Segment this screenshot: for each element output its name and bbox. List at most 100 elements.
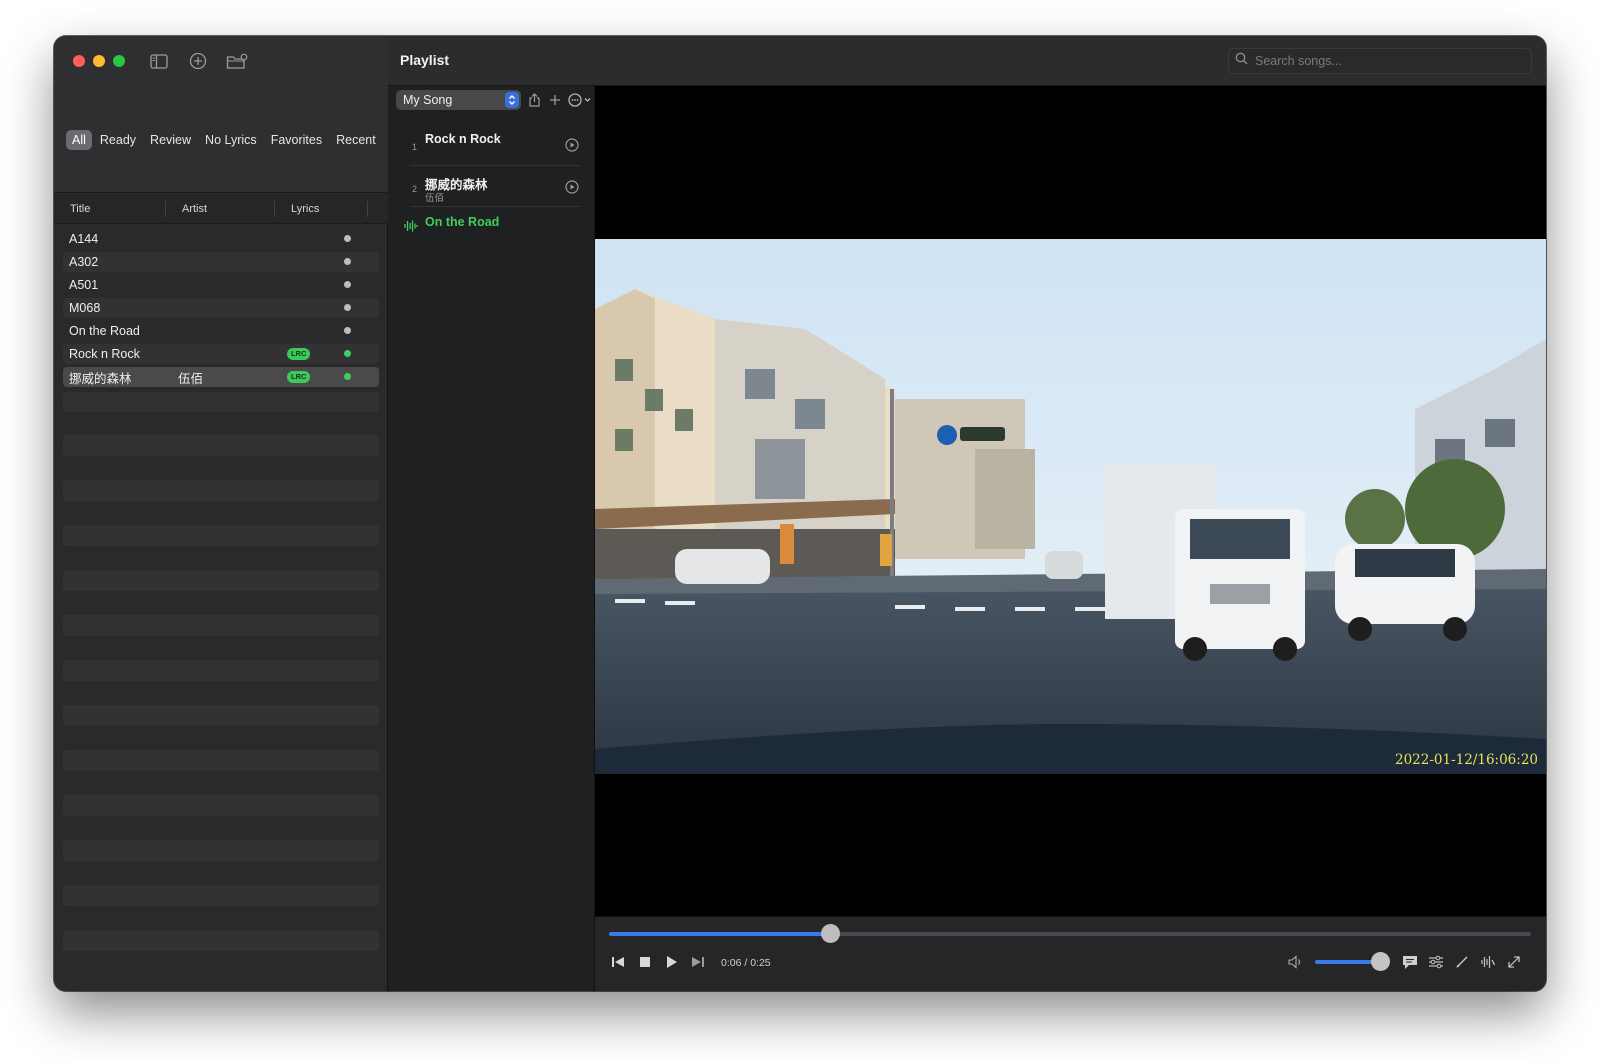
dashcam-scene-image — [595, 239, 1546, 774]
filter-favorites[interactable]: Favorites — [265, 130, 328, 150]
filter-ready[interactable]: Ready — [94, 130, 142, 150]
sidebar-toolbar — [148, 50, 248, 72]
volume-knob[interactable] — [1370, 952, 1390, 971]
fullscreen-icon[interactable] — [1505, 953, 1523, 971]
video-frame: 2022-01-12/16:06:20 — [595, 239, 1546, 774]
empty-row — [63, 705, 379, 726]
playlist-item[interactable]: 1 Rock n Rock — [388, 132, 595, 166]
subtitles-icon[interactable] — [1401, 953, 1419, 971]
volume-slider[interactable] — [1315, 952, 1390, 971]
playlist-item[interactable]: 2 挪威的森林 伍佰 — [388, 174, 595, 208]
playlist-item-artist: 伍佰 — [425, 193, 445, 204]
player-controls: 0:06 / 0:25 — [595, 916, 1546, 991]
status-dot — [344, 350, 351, 357]
playlist-select[interactable]: My Song — [396, 90, 521, 110]
status-dot — [344, 235, 351, 242]
song-title: A144 — [69, 232, 99, 246]
share-icon[interactable] — [526, 92, 542, 108]
song-row[interactable]: A144 — [63, 229, 379, 249]
song-table-header: Title Artist Lyrics — [54, 194, 388, 224]
empty-row — [63, 660, 379, 681]
skip-forward-icon[interactable] — [689, 953, 707, 971]
filter-review[interactable]: Review — [144, 130, 197, 150]
song-row-selected[interactable]: 挪威的森林 伍佰 LRC — [63, 367, 379, 387]
song-row[interactable]: A302 — [63, 252, 379, 272]
song-row[interactable]: A501 — [63, 275, 379, 295]
play-circle-icon[interactable] — [565, 180, 579, 199]
now-playing-name: On the Road — [425, 215, 500, 229]
empty-row — [63, 750, 379, 771]
status-dot — [344, 281, 351, 288]
play-circle-icon[interactable] — [565, 138, 579, 157]
lrc-badge: LRC — [287, 348, 311, 360]
divider — [410, 206, 580, 207]
search-box[interactable] — [1228, 48, 1532, 74]
filter-recent[interactable]: Recent — [330, 130, 382, 150]
playlist-item-number: 1 — [412, 142, 418, 152]
empty-row — [63, 930, 379, 951]
empty-row — [63, 392, 379, 412]
search-icon — [1235, 52, 1248, 70]
column-header-lyrics[interactable]: Lyrics — [275, 200, 368, 217]
plus-icon[interactable] — [547, 92, 563, 108]
empty-row — [63, 615, 379, 636]
column-header-title[interactable]: Title — [54, 200, 166, 217]
playlist-toolbar: My Song — [396, 90, 594, 110]
app-window: All Ready Review No Lyrics Favorites Rec… — [54, 36, 1546, 991]
more-options-icon[interactable] — [568, 92, 594, 108]
progress-bar[interactable] — [609, 924, 1531, 943]
skip-back-icon[interactable] — [609, 953, 627, 971]
filter-all[interactable]: All — [66, 130, 92, 150]
progress-knob[interactable] — [821, 924, 841, 943]
playlist-select-value: My Song — [403, 93, 453, 107]
song-title: 挪威的森林 — [69, 371, 132, 386]
minimize-window-button[interactable] — [93, 55, 105, 67]
video-player[interactable]: 2022-01-12/16:06:20 — [595, 86, 1546, 916]
equalizer-sliders-icon[interactable] — [1427, 953, 1445, 971]
playlist-panel: My Song 1 Rock n Rock 2 挪威的森林 伍佰 On the … — [388, 86, 595, 991]
empty-row — [63, 480, 379, 501]
close-window-button[interactable] — [73, 55, 85, 67]
pencil-icon[interactable] — [1453, 953, 1471, 971]
empty-row — [63, 525, 379, 546]
empty-row — [63, 570, 379, 591]
song-title: A501 — [69, 278, 99, 292]
playlist-item-name: Rock n Rock — [425, 132, 501, 146]
song-row[interactable]: On the Road — [63, 321, 379, 341]
status-dot — [344, 304, 351, 311]
status-dot — [344, 327, 351, 334]
song-title: Rock n Rock — [69, 347, 140, 361]
progress-fill — [609, 932, 831, 936]
status-dot — [344, 258, 351, 265]
empty-row — [63, 795, 379, 816]
empty-row — [63, 885, 379, 906]
add-circle-icon[interactable] — [187, 50, 209, 72]
column-header-artist[interactable]: Artist — [166, 200, 275, 217]
song-title: On the Road — [69, 324, 140, 338]
search-input[interactable] — [1255, 54, 1515, 68]
divider — [410, 165, 580, 166]
stop-icon[interactable] — [636, 953, 654, 971]
waveform-edit-icon[interactable] — [1479, 953, 1497, 971]
folder-badge-icon[interactable] — [226, 50, 248, 72]
song-artist: 伍佰 — [178, 371, 204, 386]
window-controls — [73, 55, 125, 67]
control-buttons: 0:06 / 0:25 — [607, 949, 1532, 975]
status-dot — [344, 373, 351, 380]
playlist-item-now-playing[interactable]: On the Road — [388, 215, 595, 235]
page-title: Playlist — [400, 52, 450, 68]
play-icon[interactable] — [663, 953, 681, 971]
song-title: M068 — [69, 301, 101, 315]
song-table: A144 A302 A501 M068 On the Road Rock n R… — [63, 229, 379, 975]
zoom-window-button[interactable] — [113, 55, 125, 67]
song-row[interactable]: M068 — [63, 298, 379, 318]
playback-time: 0:06 / 0:25 — [721, 957, 771, 969]
filter-no-lyrics[interactable]: No Lyrics — [199, 130, 263, 150]
speaker-icon[interactable] — [1287, 953, 1305, 971]
lrc-badge: LRC — [287, 371, 311, 383]
empty-row — [63, 435, 379, 456]
filter-bar: All Ready Review No Lyrics Favorites Rec… — [66, 128, 381, 152]
sidebar-toggle-icon[interactable] — [148, 50, 170, 72]
song-row[interactable]: Rock n Rock LRC — [63, 344, 379, 364]
waveform-icon — [404, 219, 418, 237]
